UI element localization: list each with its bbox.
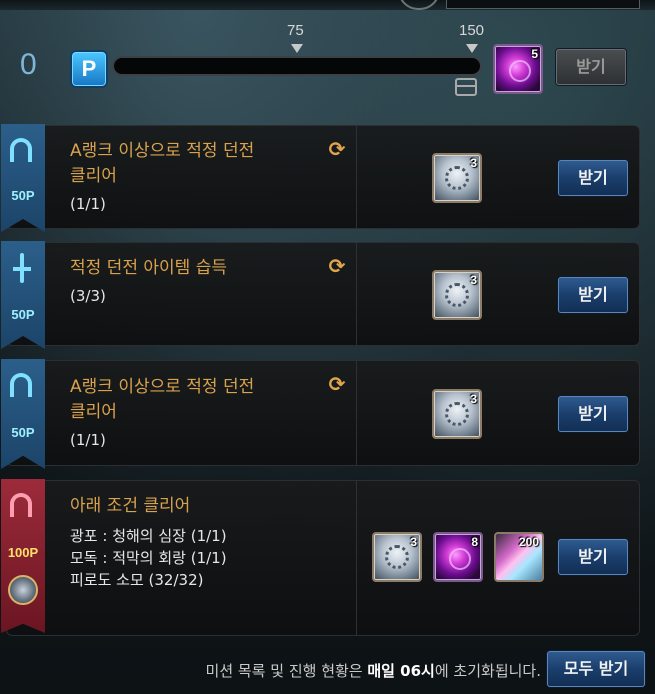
mission-points: 50P — [11, 188, 35, 203]
footer: 미션 목록 및 진행 현황은 매일 06시에 초기화됩니다. 모두 받기 — [0, 648, 655, 694]
reward-badge-icon[interactable]: 3 — [432, 270, 482, 320]
arch-icon — [10, 138, 32, 162]
reward-badge-icon[interactable]: 3 — [432, 389, 482, 439]
reset-notice-suffix: 에 초기화됩니다. — [434, 662, 541, 680]
claim-button[interactable]: 받기 — [558, 160, 628, 196]
mission-card: 50P 적정 던전 아이템 습득 (3/3) ⟳ 3 받기 — [1, 241, 640, 349]
item-count: 5 — [531, 47, 538, 61]
reset-notice: 미션 목록 및 진행 현황은 매일 06시에 초기화됩니다. — [206, 660, 541, 681]
mission-points: 100P — [7, 545, 39, 560]
progress-row: 0 P 75 150 5 받기 — [0, 20, 655, 100]
mission-card: 50P A랭크 이상으로 적정 던전 클리어 (1/1) ⟳ 3 받기 — [1, 359, 640, 469]
reward-badge-icon[interactable]: 3 — [372, 532, 422, 582]
dial-icon — [398, 0, 440, 10]
mission-progress: (1/1) — [70, 195, 106, 213]
milestone-label-150: 150 — [459, 22, 485, 39]
refresh-icon[interactable]: ⟳ — [326, 138, 348, 160]
mission-condition: 모독 : 적막의 회랑 (1/1) — [70, 549, 227, 567]
mission-title: 적정 던전 아이템 습득 — [70, 258, 227, 278]
milestone-reward-orb-icon[interactable]: 5 — [493, 44, 543, 94]
sword-icon — [13, 253, 31, 283]
mission-card: 50P A랭크 이상으로 적정 던전 클리어 (1/1) ⟳ 3 받기 — [1, 124, 640, 232]
claim-all-button[interactable]: 모두 받기 — [547, 651, 645, 687]
claim-button[interactable]: 받기 — [558, 539, 628, 575]
reward-orb-icon[interactable]: 8 — [433, 532, 483, 582]
mission-title-line2: 클리어 — [70, 402, 117, 422]
arch-icon — [10, 493, 32, 517]
mission-points-ribbon: 100P — [1, 479, 45, 633]
mission-points: 50P — [11, 425, 35, 440]
milestone-claim-button[interactable]: 받기 — [556, 49, 626, 85]
mission-points: 50P — [11, 307, 35, 322]
milestone-label-75: 75 — [287, 22, 304, 39]
mission-points-ribbon: 50P — [1, 124, 45, 232]
current-points: 0 — [20, 48, 37, 81]
card-divider — [356, 243, 357, 345]
milestone-marker-icon — [291, 44, 303, 53]
mission-title: A랭크 이상으로 적정 던전 — [70, 377, 255, 397]
reward-gem-icon[interactable]: 200 — [494, 532, 544, 582]
item-count: 8 — [471, 535, 478, 549]
reset-notice-time: 매일 06시 — [367, 662, 435, 680]
top-strip — [0, 0, 655, 10]
mission-condition: 광포 : 청해의 심장 (1/1) — [70, 527, 227, 545]
milestone-marker-icon — [466, 44, 478, 53]
mission-points-ribbon: 50P — [1, 359, 45, 469]
points-icon: P — [70, 50, 108, 88]
item-count: 200 — [518, 535, 539, 549]
chest-icon[interactable] — [455, 78, 477, 96]
card-divider — [356, 126, 357, 228]
points-progress-bar — [112, 56, 482, 76]
top-field — [446, 0, 640, 9]
mission-condition: 피로도 소모 (32/32) — [70, 571, 204, 589]
reset-notice-prefix: 미션 목록 및 진행 현황은 — [205, 662, 368, 680]
item-count: 3 — [470, 156, 477, 170]
mission-title: A랭크 이상으로 적정 던전 — [70, 141, 255, 161]
item-count: 3 — [470, 273, 477, 287]
card-divider — [356, 481, 357, 635]
claim-button[interactable]: 받기 — [558, 396, 628, 432]
refresh-icon[interactable]: ⟳ — [326, 255, 348, 277]
arch-icon — [10, 373, 32, 397]
claim-button[interactable]: 받기 — [558, 277, 628, 313]
mission-points-ribbon: 50P — [1, 241, 45, 349]
card-divider — [356, 361, 357, 465]
medal-icon — [8, 575, 38, 605]
mission-progress: (1/1) — [70, 431, 106, 449]
mission-title-line2: 클리어 — [70, 166, 117, 186]
mission-title: 아래 조건 클리어 — [70, 496, 191, 516]
mission-progress: (3/3) — [70, 287, 106, 305]
item-count: 3 — [470, 392, 477, 406]
item-count: 3 — [410, 535, 417, 549]
reward-badge-icon[interactable]: 3 — [432, 153, 482, 203]
refresh-icon[interactable]: ⟳ — [326, 373, 348, 395]
mission-card: 100P 아래 조건 클리어 광포 : 청해의 심장 (1/1) 모독 : 적막… — [1, 479, 640, 636]
